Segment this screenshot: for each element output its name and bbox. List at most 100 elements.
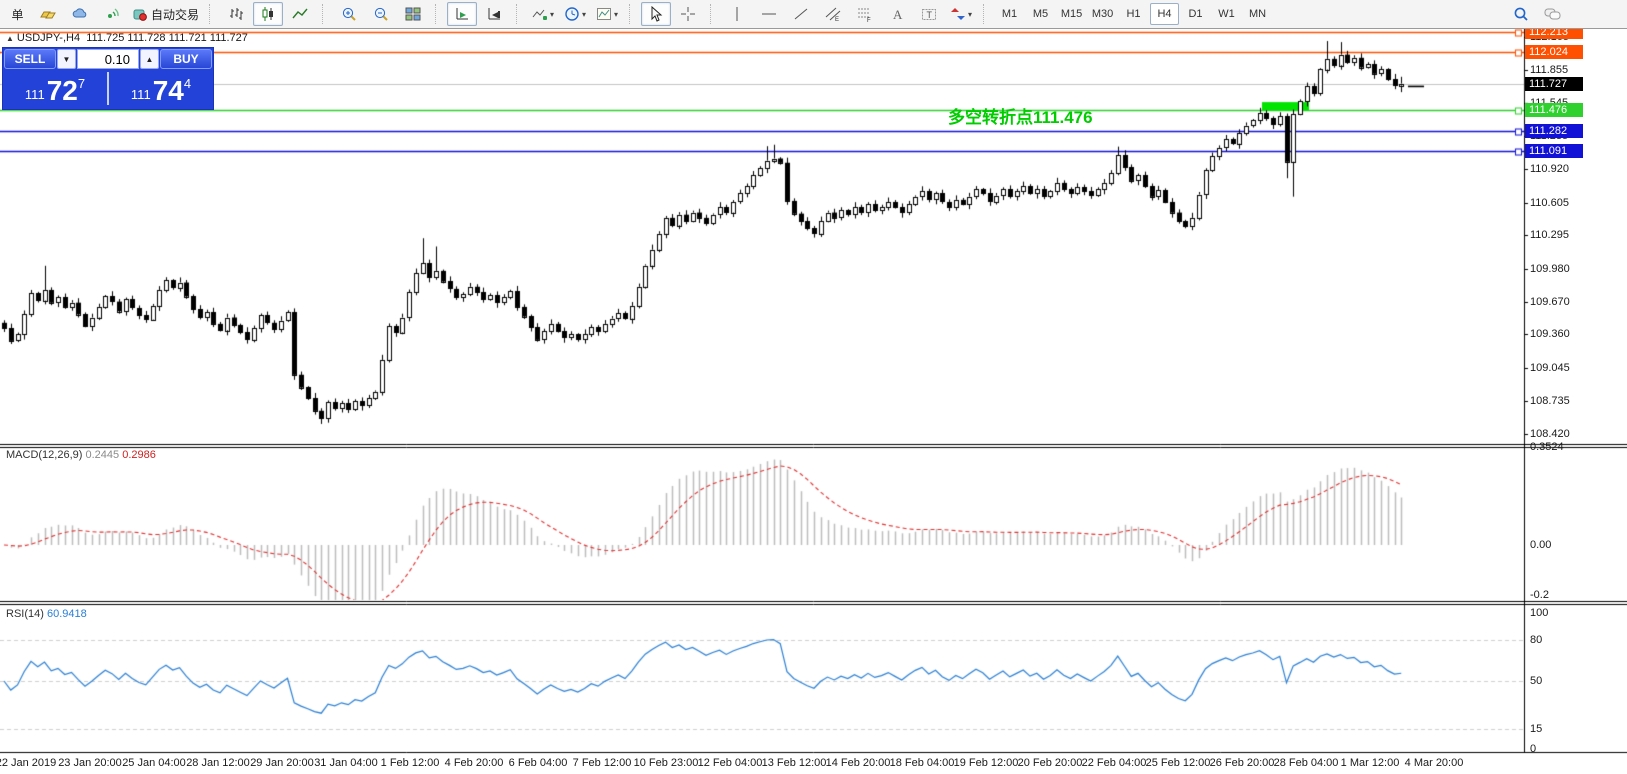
- template-icon: [596, 6, 612, 22]
- chart-title: ▲USDJPY-,H4 111.725 111.728 111.721 111.…: [6, 32, 248, 44]
- sell-button[interactable]: SELL: [4, 49, 56, 69]
- autotrade-icon: [132, 6, 148, 22]
- buy-button[interactable]: BUY: [160, 49, 212, 69]
- timeframe-m30-button[interactable]: M30: [1088, 3, 1117, 25]
- market-watch-button[interactable]: [65, 2, 95, 26]
- search-button[interactable]: [1506, 2, 1536, 26]
- bars-icon: [228, 6, 244, 22]
- tile-windows-button[interactable]: [398, 2, 428, 26]
- gold-icon: [40, 6, 56, 22]
- svg-text:F: F: [867, 18, 871, 22]
- price-tick-label: 109.360: [1530, 328, 1570, 340]
- line-chart-button[interactable]: [285, 2, 315, 26]
- horizontal-line-button[interactable]: [754, 2, 784, 26]
- chart-ohlc: 111.725 111.728 111.721 111.727: [86, 32, 248, 44]
- signals-button[interactable]: [97, 2, 127, 26]
- templates-button[interactable]: ▾: [592, 2, 622, 26]
- arrows-button[interactable]: ▾: [946, 2, 976, 26]
- timeframe-w1-button[interactable]: W1: [1212, 3, 1241, 25]
- chart-canvas[interactable]: [0, 0, 1627, 774]
- volume-increase-button[interactable]: ▲: [140, 49, 159, 69]
- crosshair-button[interactable]: [673, 2, 703, 26]
- sell-price-prefix: 111: [25, 87, 45, 105]
- timeframe-m5-button[interactable]: M5: [1026, 3, 1055, 25]
- chart-shift-button[interactable]: [479, 2, 509, 26]
- sell-price-big: 72: [47, 77, 78, 105]
- price-level-label: 111.727: [1525, 77, 1583, 91]
- toolbar-separator: [516, 4, 523, 24]
- cloud-icon: [72, 6, 88, 22]
- macd-tick-label: 0.3524: [1530, 441, 1564, 453]
- timeframe-d1-button[interactable]: D1: [1181, 3, 1210, 25]
- price-tick-label: 109.980: [1530, 263, 1570, 275]
- bar-chart-button[interactable]: [221, 2, 251, 26]
- price-tick-label: 110.605: [1530, 197, 1569, 209]
- timeframe-h1-button[interactable]: H1: [1119, 3, 1148, 25]
- time-axis-label: 4 Mar 20:00: [1389, 757, 1479, 769]
- macd-name: MACD(12,26,9): [6, 449, 82, 461]
- equidistant-channel-button[interactable]: E: [818, 2, 848, 26]
- zoom-out-button[interactable]: [366, 2, 396, 26]
- zoomin-icon: [341, 6, 357, 22]
- cursor-button[interactable]: [641, 2, 671, 26]
- timeframe-m1-button[interactable]: M1: [995, 3, 1024, 25]
- metals-button[interactable]: [33, 2, 63, 26]
- price-level-label: 111.476: [1525, 103, 1583, 117]
- fibonacci-button[interactable]: F: [850, 2, 880, 26]
- sell-price-sup: 7: [78, 76, 85, 105]
- trendline-icon: [793, 6, 809, 22]
- rsi-tick-label: 80: [1530, 634, 1542, 646]
- crosshair-icon: [680, 6, 696, 22]
- price-tick-label: 111.855: [1530, 64, 1568, 76]
- new-order-button[interactable]: 单: [1, 2, 31, 26]
- hline-icon: [761, 6, 777, 22]
- rsi-label: RSI(14) 60.9418: [6, 608, 87, 620]
- zoom-in-button[interactable]: [334, 2, 364, 26]
- chart-window-icon: ▲: [6, 34, 14, 43]
- text-label-button[interactable]: T: [914, 2, 944, 26]
- text-button[interactable]: A: [882, 2, 912, 26]
- buy-price-big: 74: [153, 77, 184, 105]
- vertical-line-button[interactable]: [722, 2, 752, 26]
- price-tick-label: 108.420: [1530, 428, 1570, 440]
- chevron-down-icon: ▾: [614, 10, 618, 19]
- candlestick-chart-button[interactable]: [253, 2, 283, 26]
- price-level-label: 111.091: [1525, 144, 1583, 158]
- toolbar-separator: [209, 4, 216, 24]
- trendline-button[interactable]: [786, 2, 816, 26]
- chevron-down-icon: ▾: [582, 10, 586, 19]
- price-level-label: 112.024: [1525, 45, 1583, 59]
- timeframe-mn-button[interactable]: MN: [1243, 3, 1272, 25]
- timeframe-m15-button[interactable]: M15: [1057, 3, 1086, 25]
- sell-price[interactable]: 111727: [3, 70, 107, 107]
- autoscroll-icon: [454, 6, 470, 22]
- textA-icon: A: [889, 6, 905, 22]
- tile-icon: [405, 6, 421, 22]
- periods-button[interactable]: ▾: [560, 2, 590, 26]
- price-tick-label: 108.735: [1530, 395, 1570, 407]
- timeframe-h4-button[interactable]: H4: [1150, 3, 1179, 25]
- cursor-icon: [648, 6, 664, 22]
- clock-icon: [564, 6, 580, 22]
- one-click-trading-panel: SELL ▼ 0.10 ▲ BUY 111727 111744: [2, 47, 214, 110]
- toolbar-right-group: [1505, 2, 1569, 26]
- arrows-icon: [950, 6, 966, 22]
- chat-icon: [1544, 6, 1562, 22]
- chat-button[interactable]: [1538, 2, 1568, 26]
- auto-trading-label: 自动交易: [151, 6, 199, 23]
- volume-input[interactable]: 0.10: [77, 49, 139, 69]
- new-order-label: 单: [11, 6, 23, 23]
- auto-trading-button[interactable]: 自动交易: [129, 2, 202, 26]
- indicators-icon: [532, 6, 548, 22]
- toolbar-separator: [983, 4, 990, 24]
- buy-price-sup: 4: [184, 76, 191, 105]
- price-level-label: 111.282: [1525, 124, 1583, 138]
- macd-tick-label: -0.2: [1530, 589, 1549, 601]
- buy-price[interactable]: 111744: [109, 70, 213, 107]
- pivot-annotation: 多空转折点111.476: [948, 103, 1093, 128]
- volume-decrease-button[interactable]: ▼: [57, 49, 76, 69]
- auto-scroll-button[interactable]: [447, 2, 477, 26]
- indicators-button[interactable]: ▾: [528, 2, 558, 26]
- chevron-down-icon: ▾: [968, 10, 972, 19]
- main-toolbar: 单 自动交易 ▾ ▾ ▾ E F AT ▾ M1M5M15M30H1H4D1W1MN: [0, 0, 1627, 29]
